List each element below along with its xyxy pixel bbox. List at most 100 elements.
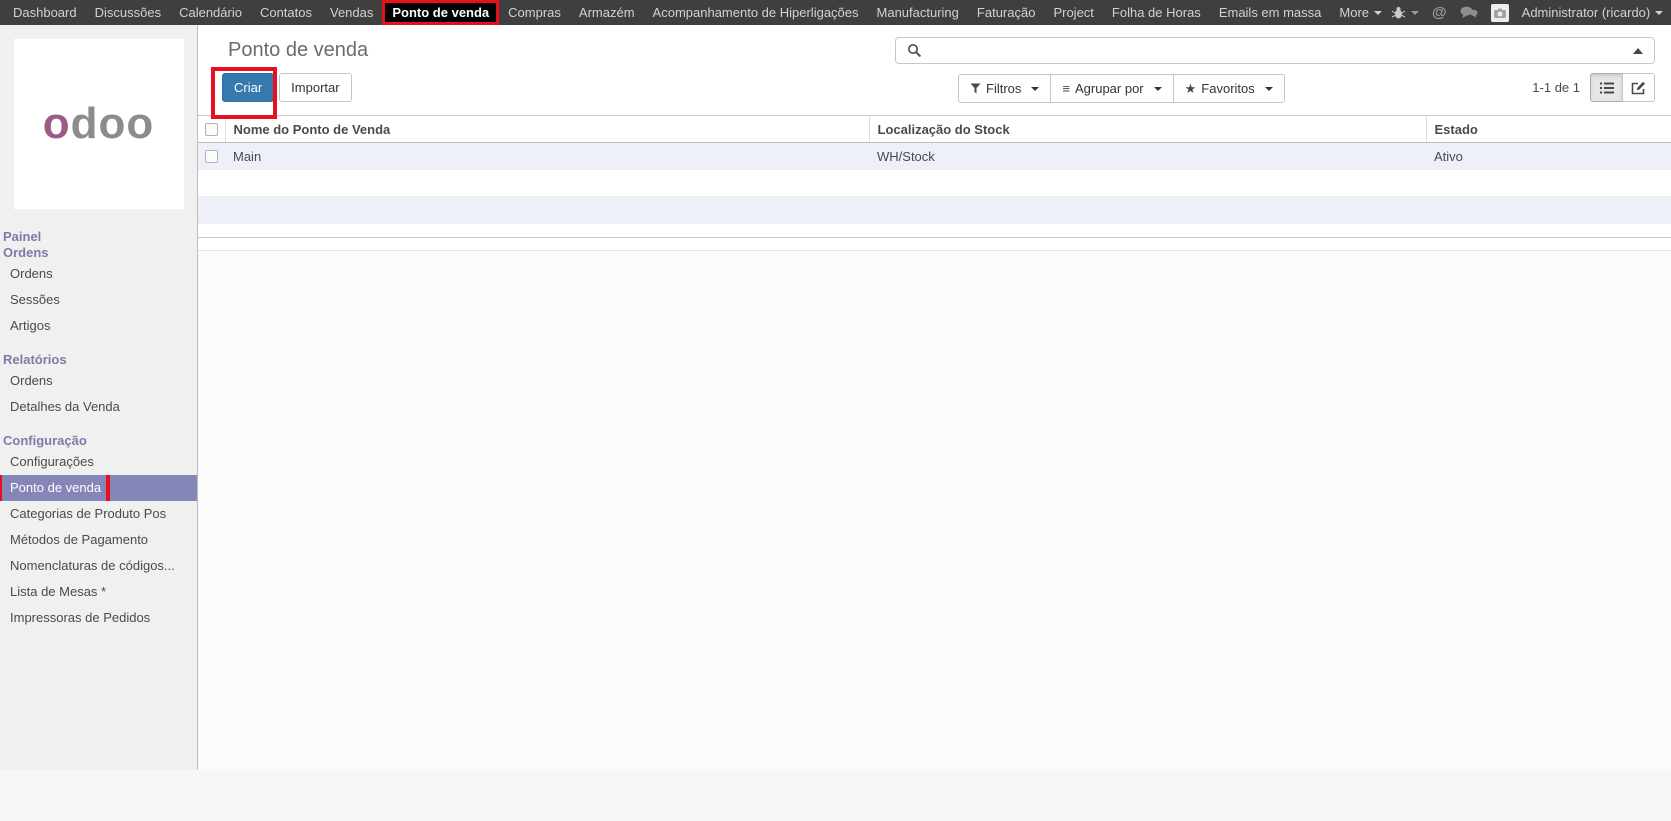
create-button[interactable]: Criar <box>222 73 275 102</box>
import-button[interactable]: Importar <box>279 73 352 102</box>
search-bar[interactable] <box>895 37 1655 64</box>
column-header-name[interactable]: Nome do Ponto de Venda <box>225 115 870 143</box>
sidebar: o doo Painel Ordens Ordens Sessões Artigo… <box>0 25 198 770</box>
sidebar-item-ponto-de-venda[interactable]: Ponto de venda <box>0 475 197 501</box>
chevron-down-icon <box>1264 86 1273 91</box>
nav-item-armazem[interactable]: Armazém <box>570 0 644 25</box>
odoo-logo: o doo <box>13 39 184 209</box>
table-row[interactable]: Main WH/Stock Ativo <box>198 142 1671 170</box>
debug-icon[interactable] <box>1391 6 1420 19</box>
nav-item-faturacao[interactable]: Faturação <box>968 0 1045 25</box>
logo-letters: doo <box>70 99 155 148</box>
sidebar-section-ordens: Ordens Ordens Sessões Artigos <box>0 245 197 339</box>
sidebar-header-ordens[interactable]: Ordens <box>0 245 197 261</box>
control-panel-row-1: Ponto de venda <box>198 25 1671 64</box>
sidebar-item-categorias-produto-pos[interactable]: Categorias de Produto Pos <box>0 501 197 527</box>
cell-state[interactable]: Ativo <box>1426 143 1671 170</box>
filters-button[interactable]: Filtros <box>958 74 1052 103</box>
search-icon <box>908 44 922 58</box>
sidebar-list-relatorios: Ordens Detalhes da Venda <box>0 368 197 420</box>
column-header-location[interactable]: Localização do Stock <box>869 115 1427 143</box>
nav-item-dashboard[interactable]: Dashboard <box>4 0 86 25</box>
pos-list-table: Nome do Ponto de Venda Localização do St… <box>198 115 1671 224</box>
sidebar-item-ordens-relatorio[interactable]: Ordens <box>0 368 197 394</box>
nav-item-emails-em-massa[interactable]: Emails em massa <box>1210 0 1331 25</box>
chat-bubbles-glyph <box>1460 6 1478 18</box>
nav-item-ponto-de-venda[interactable]: Ponto de venda <box>382 0 500 25</box>
nav-item-acompanhamento-hiperligacoes[interactable]: Acompanhamento de Hiperligações <box>644 0 868 25</box>
form-edit-icon <box>1631 81 1645 94</box>
sidebar-item-ordens[interactable]: Ordens <box>0 261 197 287</box>
view-switcher <box>1590 73 1655 102</box>
nav-item-vendas[interactable]: Vendas <box>321 0 382 25</box>
mention-icon[interactable]: @ <box>1432 4 1447 21</box>
filter-funnel-icon <box>970 83 981 94</box>
pager-label: 1-1 de 1 <box>1532 80 1580 95</box>
favorites-label: Favoritos <box>1201 81 1255 96</box>
user-name-label: Administrator (ricardo) <box>1521 5 1651 20</box>
logo-letter: o <box>42 99 71 148</box>
search-options-group: Filtros ≡ Agrupar por ★ Favoritos <box>958 74 1285 103</box>
select-all-checkbox[interactable] <box>205 122 218 136</box>
sidebar-header-configuracao[interactable]: Configuração <box>0 433 197 449</box>
group-by-label: Agrupar por <box>1074 81 1144 96</box>
group-by-button[interactable]: ≡ Agrupar por <box>1050 74 1174 103</box>
column-header-state[interactable]: Estado <box>1426 115 1671 143</box>
nav-item-contatos[interactable]: Contatos <box>251 0 321 25</box>
sidebar-item-impressoras-pedidos[interactable]: Impressoras de Pedidos <box>0 605 197 631</box>
sidebar-item-sessoes[interactable]: Sessões <box>0 287 197 313</box>
sidebar-item-nomenclaturas-codigos[interactable]: Nomenclaturas de códigos... <box>0 553 197 579</box>
sidebar-header-relatorios[interactable]: Relatórios <box>0 352 197 368</box>
form-view-button[interactable] <box>1622 73 1655 102</box>
nav-item-calendario[interactable]: Calendário <box>170 0 251 25</box>
topbar-right-tools: @ Administrator (ricardo) <box>1391 0 1671 25</box>
star-icon: ★ <box>1184 81 1197 96</box>
nav-item-project[interactable]: Project <box>1044 0 1102 25</box>
annotation-sidebar-item <box>0 475 110 501</box>
create-button-wrap: Criar <box>211 67 278 119</box>
table-footer-spacer <box>198 224 1671 238</box>
top-nav-menu: Dashboard Discussões Calendário Contatos… <box>0 0 1391 25</box>
search-input[interactable] <box>929 42 1633 59</box>
chevron-down-icon <box>1411 10 1420 15</box>
top-navbar: Dashboard Discussões Calendário Contatos… <box>0 0 1671 25</box>
page-footer-band <box>0 770 1671 821</box>
chevron-down-icon <box>1031 86 1040 91</box>
cell-location[interactable]: WH/Stock <box>869 143 1426 170</box>
sidebar-section-relatorios: Relatórios Ordens Detalhes da Venda <box>0 352 197 420</box>
search-expand-icon[interactable] <box>1633 47 1643 54</box>
nav-item-more[interactable]: More <box>1330 0 1391 25</box>
avatar[interactable] <box>1490 3 1509 22</box>
nav-item-manufacturing[interactable]: Manufacturing <box>868 0 968 25</box>
sidebar-section-painel: Painel <box>0 229 197 245</box>
row-checkbox[interactable] <box>205 149 218 163</box>
group-by-icon: ≡ <box>1062 81 1070 96</box>
favorites-button[interactable]: ★ Favoritos <box>1172 74 1285 103</box>
sidebar-item-metodos-pagamento[interactable]: Métodos de Pagamento <box>0 527 197 553</box>
sidebar-item-lista-de-mesas[interactable]: Lista de Mesas * <box>0 579 197 605</box>
main-content: Ponto de venda Criar Importar Filtros ≡ … <box>198 25 1671 770</box>
sidebar-item-detalhes-da-venda[interactable]: Detalhes da Venda <box>0 394 197 420</box>
page-title: Ponto de venda <box>228 39 369 61</box>
control-panel-row-2: Criar Importar Filtros ≡ Agrupar por ★ F… <box>198 67 1671 119</box>
sidebar-list-configuracao: Configurações Ponto de venda Categorias … <box>0 449 197 631</box>
messages-icon[interactable] <box>1460 6 1478 19</box>
filters-label: Filtros <box>986 81 1022 96</box>
chevron-down-icon <box>1374 10 1383 15</box>
nav-item-discussoes[interactable]: Discussões <box>86 0 170 25</box>
list-view-icon <box>1599 82 1614 93</box>
sidebar-section-configuracao: Configuração Configurações Ponto de vend… <box>0 433 197 631</box>
content-lower-area <box>198 251 1671 770</box>
sidebar-item-configuracoes[interactable]: Configurações <box>0 449 197 475</box>
user-menu[interactable]: Administrator (ricardo) <box>1522 5 1664 20</box>
pager-area: 1-1 de 1 <box>1532 73 1655 102</box>
sidebar-header-painel[interactable]: Painel <box>0 229 197 245</box>
sidebar-item-artigos[interactable]: Artigos <box>0 313 197 339</box>
table-empty-row <box>198 196 1671 224</box>
nav-item-folha-de-horas[interactable]: Folha de Horas <box>1103 0 1210 25</box>
nav-item-compras[interactable]: Compras <box>499 0 570 25</box>
list-view-button[interactable] <box>1590 73 1623 102</box>
action-buttons: Criar Importar <box>211 67 352 119</box>
cell-name[interactable]: Main <box>225 143 869 170</box>
sidebar-list-ordens: Ordens Sessões Artigos <box>0 261 197 339</box>
